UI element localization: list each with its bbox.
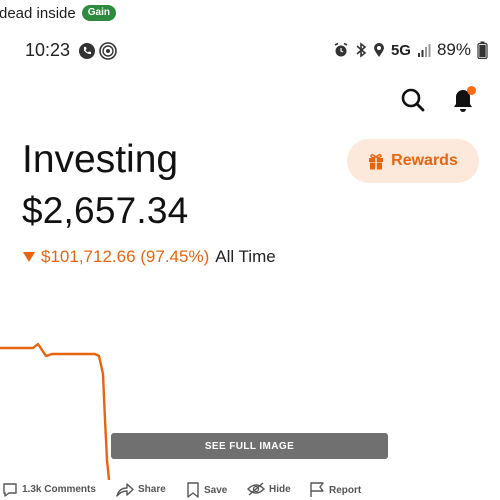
share-label: Share: [138, 484, 166, 495]
change-period[interactable]: All Time: [215, 247, 275, 267]
signal-icon: [417, 44, 431, 57]
network-type: 5G: [390, 41, 411, 59]
hide-label: Hide: [269, 483, 291, 495]
see-full-image-button[interactable]: SEE FULL IMAGE: [111, 433, 388, 459]
comments-label: 1.3k Comments: [22, 484, 96, 495]
report-icon: [310, 482, 324, 497]
hide-icon: [247, 482, 265, 496]
portfolio-balance: $2,657.34: [22, 190, 189, 231]
post-title-row: dead inside Gain: [0, 4, 116, 22]
bluetooth-icon: [356, 42, 367, 58]
search-icon[interactable]: [400, 86, 426, 114]
down-triangle-icon: [23, 252, 35, 262]
location-icon: [373, 43, 384, 57]
save-button[interactable]: Save: [186, 482, 227, 498]
phone-icon: [79, 43, 95, 59]
comments-button[interactable]: 1.3k Comments: [2, 482, 96, 497]
report-button[interactable]: Report: [309, 482, 361, 498]
alarm-icon: [334, 42, 348, 57]
share-icon: [116, 483, 134, 497]
rewards-button[interactable]: Rewards: [347, 139, 479, 183]
header-actions: [400, 86, 476, 114]
status-clock: 10:23: [25, 40, 71, 60]
portfolio-line: [0, 342, 111, 480]
page-title: Investing: [22, 138, 179, 181]
save-icon: [187, 482, 199, 498]
notification-badge: [467, 86, 476, 95]
report-label: Report: [329, 484, 362, 496]
comment-icon: [3, 483, 17, 497]
performance-change: $101,712.66 (97.45%) All Time: [22, 247, 276, 267]
save-label: Save: [204, 484, 228, 496]
hotspot-icon: [99, 42, 117, 60]
hide-button[interactable]: Hide: [247, 482, 291, 496]
notifications-button[interactable]: [450, 86, 476, 114]
gift-icon: [369, 153, 384, 170]
post-title[interactable]: dead inside: [0, 5, 76, 22]
change-value: $101,712.66 (97.45%): [41, 247, 210, 266]
status-bar: 10:23 5G 89%: [0, 40, 500, 62]
share-button[interactable]: Share: [116, 482, 166, 497]
status-right: 5G 89%: [333, 40, 488, 60]
battery-percent: 89%: [436, 40, 471, 59]
battery-icon: [477, 41, 488, 59]
post-action-bar: 1.3k Comments Share Save Hide Report: [0, 480, 500, 500]
rewards-label: Rewards: [391, 152, 458, 169]
post-flair[interactable]: Gain: [81, 5, 116, 21]
